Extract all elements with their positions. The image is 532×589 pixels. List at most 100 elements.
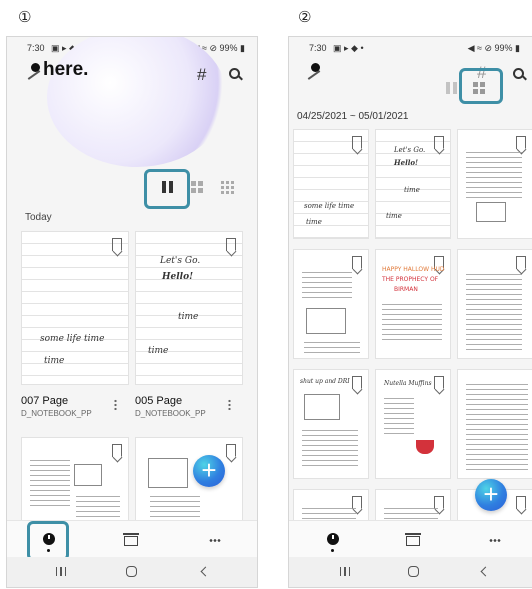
ink-text: some life time <box>304 202 355 210</box>
ink-text: Hello! <box>162 272 194 282</box>
note-card-005[interactable]: Let's Go. Hello! time time <box>135 231 243 385</box>
pen-icon[interactable] <box>307 63 325 81</box>
sketch-ink <box>306 308 346 334</box>
recent-apps-icon[interactable] <box>56 567 66 576</box>
highlight-grid-toggle <box>459 68 503 104</box>
ink-text: BIRMAN <box>394 286 418 293</box>
note-thumb[interactable]: Nutella Muffins <box>375 369 451 479</box>
sketch-ink <box>466 270 522 350</box>
note-thumb[interactable]: HAPPY HALLOW HUD THE PROPHECY OF BIRMAN <box>375 249 451 359</box>
step-label-1: ① <box>18 8 32 26</box>
sketch-ink <box>76 492 120 522</box>
dense-grid-view-icon[interactable] <box>221 181 239 195</box>
ink-text: time <box>44 356 65 366</box>
ink-text: THE PROPHECY OF <box>382 276 439 283</box>
note-title: 005 Page <box>135 395 183 407</box>
ruled-page <box>136 232 242 384</box>
more-icon[interactable] <box>209 539 221 542</box>
bookmark-icon[interactable] <box>352 256 362 269</box>
ink-text: shut up and DRI <box>300 378 350 385</box>
date-range: 04/25/2021 ~ 05/01/2021 <box>297 111 409 122</box>
bookmark-icon[interactable] <box>226 444 236 457</box>
section-today: Today <box>25 212 52 223</box>
note-card-sketch-2[interactable] <box>135 437 243 527</box>
note-thumb[interactable] <box>457 369 532 479</box>
search-icon[interactable] <box>229 68 240 79</box>
bookmark-icon[interactable] <box>516 256 526 269</box>
bookmark-icon[interactable] <box>226 238 236 251</box>
status-icons: ▣ ▸ ◆ • <box>333 43 364 53</box>
grid-view-icon[interactable] <box>191 181 209 195</box>
ink-text: some life time <box>40 334 105 344</box>
note-subtitle: D_NOTEBOOK_PP <box>135 409 206 418</box>
ink-text: Let's Go. <box>160 256 201 266</box>
note-thumb[interactable] <box>457 129 532 239</box>
sketch-ink <box>384 394 414 434</box>
bookmark-icon[interactable] <box>112 444 122 457</box>
search-icon[interactable] <box>513 68 524 79</box>
note-card-sketch-1[interactable] <box>21 437 129 527</box>
bookmark-icon[interactable] <box>434 136 444 149</box>
back-icon[interactable] <box>200 566 211 577</box>
home-icon[interactable] <box>408 566 419 577</box>
ink-text: time <box>404 186 420 194</box>
ink-text: Hello! <box>394 158 419 167</box>
page-title: here. <box>43 59 89 80</box>
note-thumb[interactable] <box>457 249 532 359</box>
bookmark-icon[interactable] <box>516 496 526 509</box>
note-thumb[interactable]: Let's Go. Hello! time time <box>375 129 451 239</box>
sketch-ink <box>416 440 434 454</box>
bookmark-icon[interactable] <box>112 238 122 251</box>
more-vertical-icon[interactable] <box>114 399 117 410</box>
active-indicator <box>331 549 334 552</box>
system-nav-bar <box>289 557 532 587</box>
sketch-ink <box>74 464 102 486</box>
bookmark-icon[interactable] <box>352 376 362 389</box>
status-time: 7:30 <box>309 43 327 53</box>
bookmark-icon[interactable] <box>434 376 444 389</box>
recent-apps-icon[interactable] <box>340 567 350 576</box>
status-time: 7:30 <box>27 43 45 53</box>
phone-screen-1: 7:30 ▣ ▸ ◆ • ◀ ≈ ⊘ 99% ▮ here. # Today s… <box>6 36 258 588</box>
sketch-ink <box>476 202 506 222</box>
note-subtitle: D_NOTEBOOK_PP <box>21 409 92 418</box>
status-right: ◀ ≈ ⊘ 99% ▮ <box>467 43 520 53</box>
back-icon[interactable] <box>480 566 491 577</box>
sketch-ink <box>304 338 360 354</box>
step-label-2: ② <box>298 8 312 26</box>
sketch-ink <box>466 148 522 198</box>
sketch-ink <box>302 426 358 470</box>
note-thumb[interactable]: some life time time <box>293 129 369 239</box>
ink-text: time <box>148 346 169 356</box>
home-icon[interactable] <box>126 566 137 577</box>
highlight-recent-tab <box>27 521 69 561</box>
plus-icon[interactable]: + <box>475 479 507 511</box>
tray-icon[interactable] <box>405 533 421 546</box>
bookmark-icon[interactable] <box>352 136 362 149</box>
sketch-ink <box>150 492 200 522</box>
hashtag-icon[interactable]: # <box>197 65 206 85</box>
more-icon[interactable] <box>489 539 501 542</box>
system-nav-bar <box>7 557 257 587</box>
sketch-ink <box>148 458 188 488</box>
note-thumb[interactable]: shut up and DRI <box>293 369 369 479</box>
clock-icon[interactable] <box>327 533 339 545</box>
sketch-ink <box>304 394 340 420</box>
highlight-view-toggle <box>144 169 190 209</box>
ink-text: Let's Go. <box>394 146 426 154</box>
sketch-ink <box>302 268 352 302</box>
ink-text: time <box>306 218 322 226</box>
note-card-007[interactable]: some life time time <box>21 231 129 385</box>
note-thumb[interactable] <box>293 249 369 359</box>
note-title: 007 Page <box>21 395 69 407</box>
status-bar: 7:30 ▣ ▸ ◆ • ◀ ≈ ⊘ 99% ▮ <box>289 43 532 57</box>
plus-icon[interactable]: + <box>193 455 225 487</box>
bottom-nav <box>289 520 532 560</box>
more-vertical-icon[interactable] <box>228 399 231 410</box>
tray-icon[interactable] <box>123 533 139 546</box>
sketch-ink <box>30 456 70 506</box>
header-glow <box>47 37 227 167</box>
ink-text: time <box>178 312 199 322</box>
sketch-ink <box>382 300 442 344</box>
phone-screen-2: 7:30 ▣ ▸ ◆ • ◀ ≈ ⊘ 99% ▮ # 04/25/2021 ~ … <box>288 36 532 588</box>
